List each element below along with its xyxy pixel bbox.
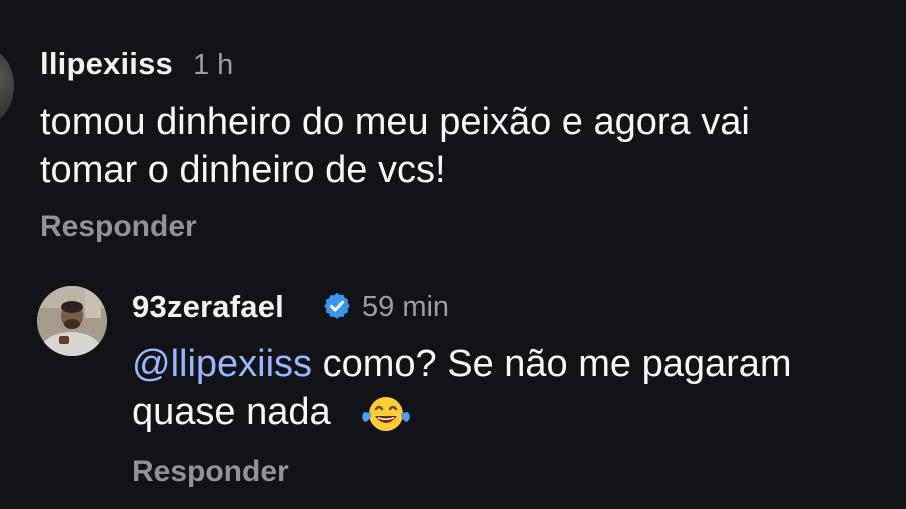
face-with-tears-of-joy-icon [362, 397, 410, 431]
comment-text-line-2: tomar o dinheiro de vcs! [40, 149, 446, 191]
comment-text-line-1: @llipexiiss como? Se não me pagaram [132, 339, 792, 390]
comment-text-line-1: tomou dinheiro do meu peixão e agora vai [40, 101, 750, 143]
comment-username[interactable]: llipexiiss [40, 46, 173, 82]
verified-badge-icon [324, 292, 350, 319]
comment-text: como? Se não me pagaram [312, 343, 792, 385]
avatar[interactable] [37, 286, 107, 356]
reply-button[interactable]: Responder [40, 210, 197, 244]
comment-username[interactable]: 93zerafael [132, 289, 284, 325]
mention-link[interactable]: @llipexiiss [132, 343, 312, 385]
comment-timestamp: 59 min [362, 291, 450, 323]
reply-button[interactable]: Responder [132, 455, 289, 489]
comment-text-line-2: quase nada [132, 391, 331, 433]
avatar[interactable] [0, 48, 14, 124]
comment-timestamp: 1 h [193, 49, 234, 81]
